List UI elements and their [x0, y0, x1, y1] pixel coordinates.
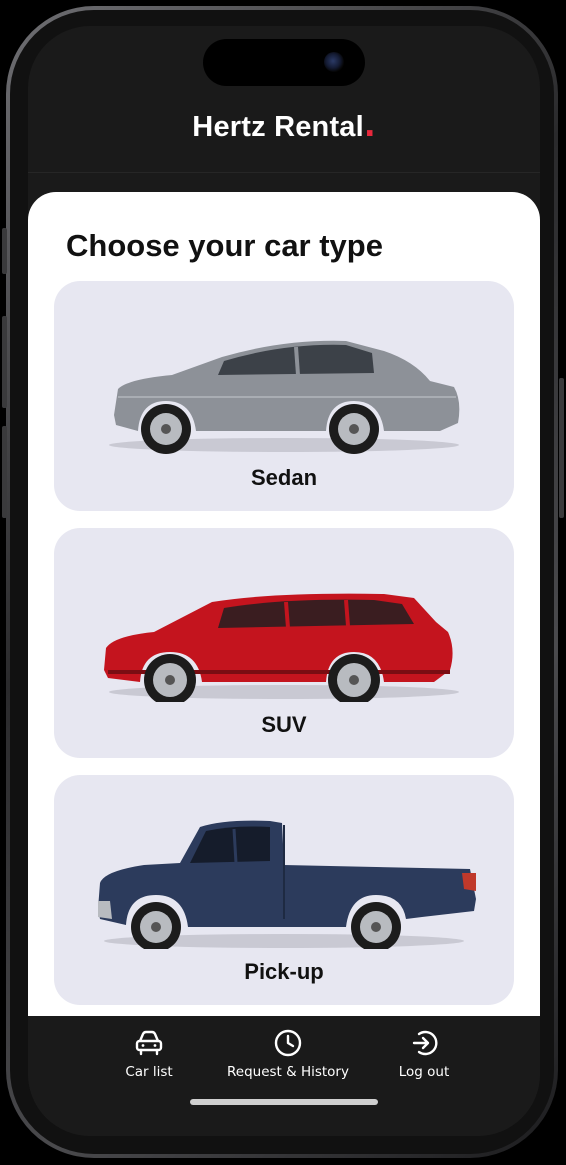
tab-label-request-history: Request & History: [227, 1064, 349, 1080]
volume-up-button: [2, 316, 7, 408]
tab-request-history[interactable]: Request & History: [224, 1028, 352, 1080]
volume-down-button: [2, 426, 7, 518]
tab-label-log-out: Log out: [398, 1064, 450, 1080]
pickup-truck-image: [98, 820, 476, 949]
car-type-card-suv[interactable]: SUV: [54, 528, 514, 758]
car-type-label-suv: SUV: [261, 712, 307, 737]
car-type-card-sedan[interactable]: Sedan: [54, 281, 514, 511]
header-divider: [28, 172, 540, 173]
tab-label-car-list: Car list: [125, 1064, 173, 1080]
page-title: Choose your car type: [66, 228, 383, 263]
action-button: [2, 228, 7, 274]
suv-car-image: [104, 593, 459, 702]
app-header: Hertz Rental.: [28, 108, 540, 144]
power-button: [559, 378, 564, 518]
bottom-tab-bar: Car list Request & History Log out: [28, 1016, 540, 1136]
home-indicator[interactable]: [190, 1099, 378, 1105]
sedan-car-image: [109, 340, 460, 454]
app-title-dot: .: [363, 108, 376, 144]
main-content: Choose your car type Sedan SUV Pick-up: [28, 192, 540, 1022]
clock-icon: [274, 1029, 302, 1057]
logout-icon: [412, 1030, 438, 1056]
car-icon: [135, 1030, 163, 1056]
tab-log-out[interactable]: Log out: [390, 1028, 458, 1080]
car-type-label-sedan: Sedan: [250, 465, 318, 490]
car-type-label-pickup: Pick-up: [244, 959, 324, 984]
screen: Hertz Rental. Choose your car type Sedan: [28, 26, 540, 1136]
tab-car-list[interactable]: Car list: [114, 1028, 184, 1080]
camera-lens-icon: [324, 52, 344, 72]
app-title: Hertz Rental: [192, 111, 364, 143]
car-type-card-pickup[interactable]: Pick-up: [54, 775, 514, 1005]
